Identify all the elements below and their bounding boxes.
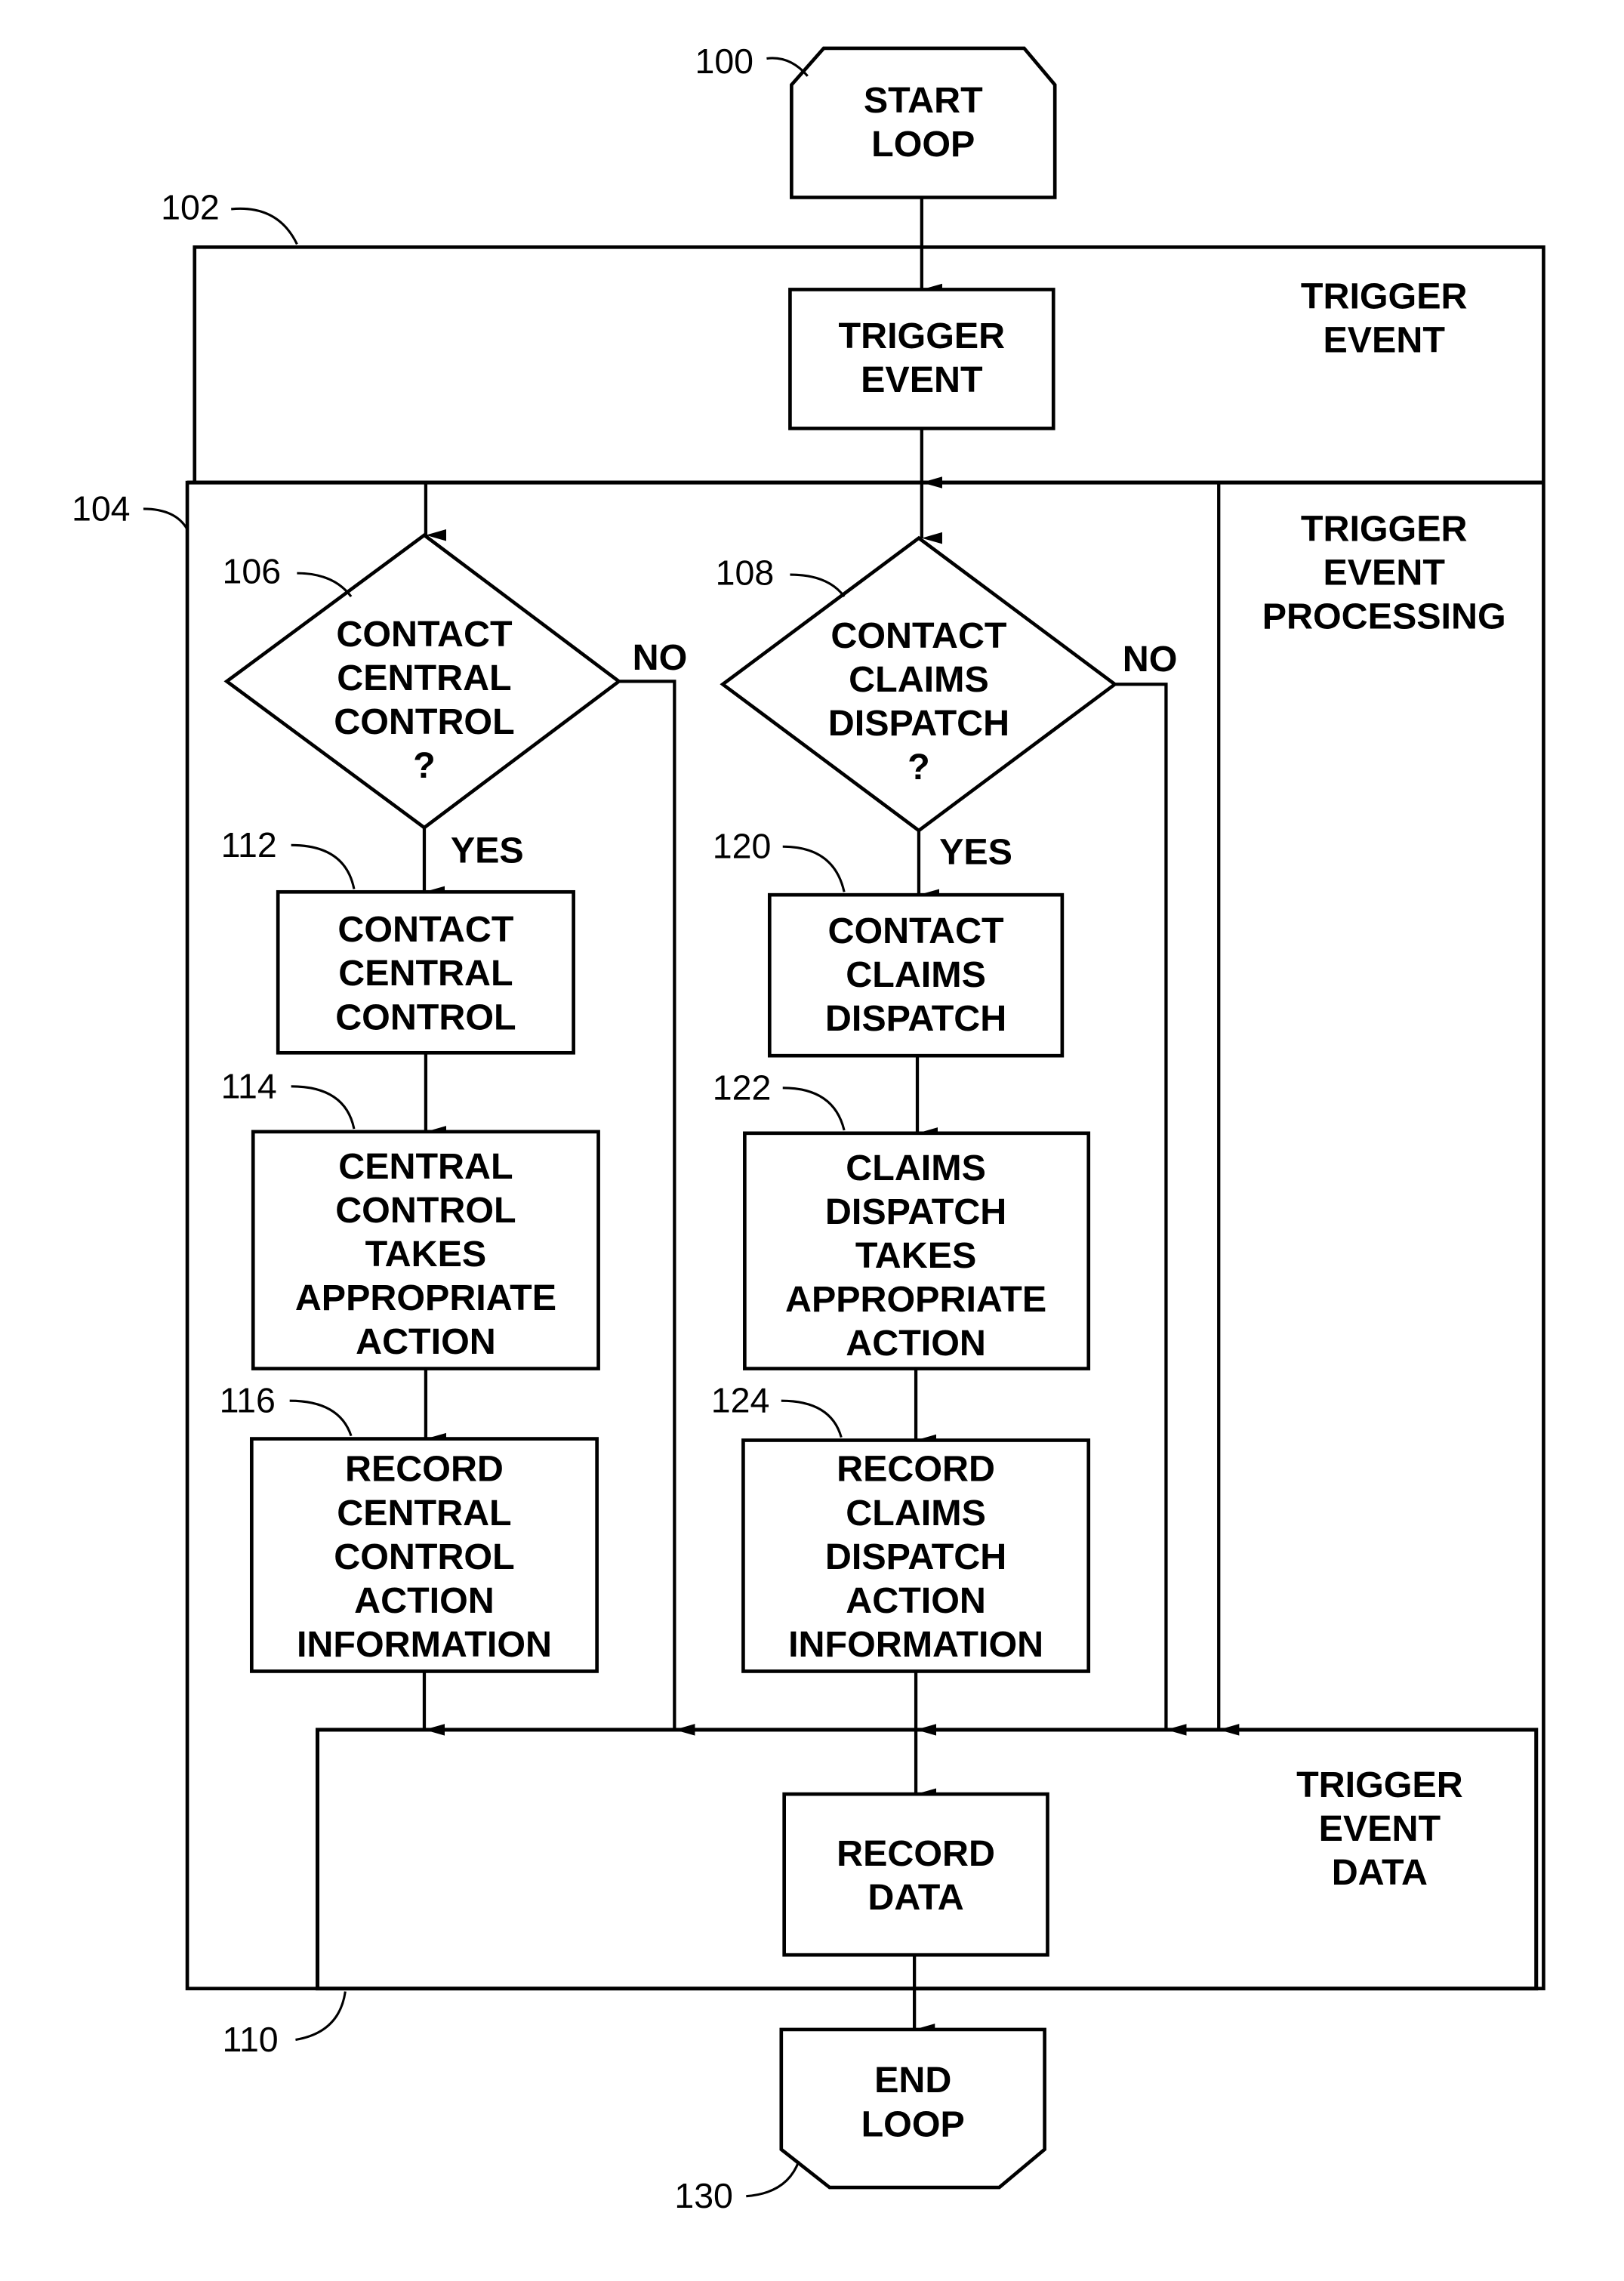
start-loop-node: START LOOP	[790, 46, 1057, 199]
leader-120	[782, 845, 846, 892]
s116-line-5: INFORMATION	[297, 1624, 552, 1665]
ref-116: 116	[220, 1381, 276, 1420]
leader-130	[746, 2160, 800, 2198]
s116-line-4: ACTION	[354, 1580, 495, 1621]
s120-line-2: CLAIMS	[846, 954, 986, 995]
ref-120: 120	[713, 827, 772, 866]
d106-line-4: ?	[413, 745, 436, 786]
trigger-box-line-1: TRIGGER	[839, 316, 1006, 356]
ref-124: 124	[711, 1381, 770, 1420]
ref-110: 110	[223, 2020, 279, 2059]
d106-line-1: CONTACT	[336, 614, 513, 655]
decision-106: CONTACT CENTRAL CONTROL ?	[223, 532, 622, 830]
s124-line-4: ACTION	[846, 1580, 986, 1621]
s124-line-5: INFORMATION	[788, 1624, 1043, 1665]
s114-line-1: CENTRAL	[338, 1146, 513, 1187]
s122-line-4: APPROPRIATE	[785, 1279, 1046, 1320]
leader-106	[297, 572, 353, 598]
s114-line-3: TAKES	[365, 1234, 487, 1275]
s124-line-2: CLAIMS	[846, 1493, 986, 1534]
d106-yes-label: YES	[451, 831, 524, 871]
leader-124	[781, 1399, 843, 1438]
d106-no-path	[618, 680, 695, 1736]
ref-102: 102	[161, 187, 220, 227]
leader-122	[782, 1087, 846, 1131]
step-120: CONTACT CLAIMS DISPATCH	[767, 892, 1065, 1058]
s122-line-2: DISPATCH	[825, 1191, 1006, 1232]
step-122: CLAIMS DISPATCH TAKES APPROPRIATE ACTION	[743, 1131, 1091, 1370]
s116-line-3: CONTROL	[334, 1537, 514, 1577]
end-loop-node: END LOOP	[779, 2027, 1046, 2190]
section-label-data-2: EVENT	[1319, 1808, 1441, 1849]
leader-108	[790, 573, 846, 598]
s122-line-5: ACTION	[846, 1323, 986, 1364]
d108-no-label: NO	[1123, 639, 1178, 680]
leader-104	[143, 507, 189, 530]
s116-line-2: CENTRAL	[337, 1493, 511, 1534]
s122-line-1: CLAIMS	[846, 1148, 986, 1188]
section-label-processing-2: EVENT	[1323, 553, 1445, 593]
leader-116	[289, 1399, 353, 1437]
ref-106: 106	[223, 552, 282, 591]
s114-line-5: ACTION	[356, 1321, 496, 1362]
ref-112: 112	[221, 825, 277, 865]
s114-line-2: CONTROL	[335, 1190, 516, 1231]
ref-100: 100	[695, 42, 753, 81]
record-data-line-1: RECORD	[837, 1833, 995, 1874]
leader-114	[291, 1085, 356, 1130]
s112-line-3: CONTROL	[335, 997, 516, 1037]
record-data-box: RECORD DATA	[782, 1792, 1049, 1957]
d108-line-3: DISPATCH	[828, 703, 1009, 744]
d108-line-2: CLAIMS	[849, 659, 989, 700]
s120-line-3: DISPATCH	[825, 998, 1006, 1039]
s124-line-1: RECORD	[837, 1449, 995, 1490]
d108-line-1: CONTACT	[830, 615, 1007, 656]
s116-line-1: RECORD	[345, 1449, 504, 1490]
section-label-trigger-2: EVENT	[1323, 320, 1445, 361]
section-label-processing-1: TRIGGER	[1301, 509, 1468, 550]
d106-no-label: NO	[633, 637, 688, 678]
section-label-data-3: DATA	[1332, 1852, 1428, 1893]
s114-line-4: APPROPRIATE	[295, 1278, 556, 1318]
d106-line-2: CENTRAL	[337, 658, 511, 698]
d108-no-path	[1114, 683, 1187, 1736]
start-line-2: LOOP	[871, 124, 975, 165]
end-line-2: LOOP	[861, 2104, 965, 2144]
s124-line-3: DISPATCH	[825, 1537, 1006, 1577]
ref-108: 108	[716, 553, 775, 593]
trigger-box-line-2: EVENT	[861, 359, 983, 400]
d108-yes-label: YES	[939, 832, 1012, 873]
step-114: CENTRAL CONTROL TAKES APPROPRIATE ACTION	[251, 1130, 600, 1370]
s122-line-3: TAKES	[855, 1235, 977, 1276]
d108-line-4: ?	[908, 747, 930, 788]
leader-112	[291, 843, 356, 889]
step-112: CONTACT CENTRAL CONTROL	[276, 889, 575, 1055]
ref-122: 122	[713, 1068, 772, 1107]
s112-line-1: CONTACT	[337, 909, 514, 950]
step-124: RECORD CLAIMS DISPATCH ACTION INFORMATIO…	[741, 1438, 1091, 1673]
step-116: RECORD CENTRAL CONTROL ACTION INFORMATIO…	[249, 1437, 599, 1673]
flowchart: START LOOP 100 102 104 TRIGGER EVENT TRI…	[72, 42, 1545, 2215]
trigger-event-box: TRIGGER EVENT	[788, 288, 1055, 430]
ref-114: 114	[221, 1066, 277, 1105]
section-label-data-1: TRIGGER	[1296, 1765, 1463, 1805]
ref-130: 130	[674, 2176, 733, 2215]
ref-104: 104	[72, 489, 131, 528]
record-data-line-2: DATA	[867, 1877, 963, 1918]
section-label-processing-3: PROCESSING	[1262, 596, 1506, 637]
leader-102	[231, 207, 298, 245]
s112-line-2: CENTRAL	[338, 953, 513, 994]
d106-line-3: CONTROL	[334, 701, 514, 742]
decision-108: CONTACT CLAIMS DISPATCH ?	[720, 535, 1118, 833]
start-line-1: START	[864, 80, 983, 121]
section-label-trigger-1: TRIGGER	[1301, 276, 1468, 317]
end-line-1: END	[874, 2060, 951, 2101]
s120-line-1: CONTACT	[828, 911, 1005, 951]
leader-110	[295, 1991, 347, 2041]
